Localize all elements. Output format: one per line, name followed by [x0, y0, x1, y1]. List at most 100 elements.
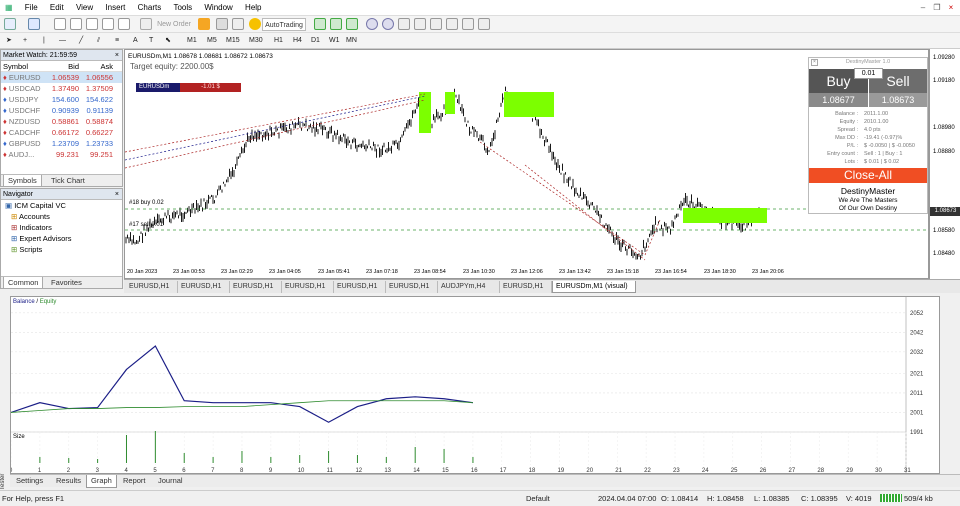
autoscroll-icon[interactable] — [430, 18, 442, 30]
minimize-icon[interactable]: – — [918, 3, 928, 13]
tab-favorites[interactable]: Favorites — [47, 277, 86, 289]
timeframe-w1[interactable]: W1 — [326, 35, 343, 47]
tab-symbols[interactable]: Symbols — [3, 175, 42, 187]
market-watch-row[interactable]: ♦ USDCHF 0.90939 0.91139 — [1, 105, 122, 116]
chart-shift-icon[interactable] — [414, 18, 426, 30]
close-icon[interactable]: × — [946, 3, 956, 13]
chart-tab[interactable]: EURUSD,H1 — [178, 281, 230, 293]
close-all-button[interactable]: Close-All — [809, 168, 927, 183]
options-icon[interactable] — [216, 18, 228, 30]
chart-tab[interactable]: EURUSD,H1 — [386, 281, 438, 293]
chart-tab[interactable]: EURUSD,H1 — [334, 281, 386, 293]
nav-item-account-root[interactable]: ▣ ICM Capital VC — [1, 200, 122, 211]
crosshair-icon[interactable]: + — [20, 35, 30, 47]
tab-results[interactable]: Results — [52, 475, 85, 488]
symbol-cell: ♦ GBPUSD — [3, 139, 41, 148]
menu-edit[interactable]: Edit — [45, 0, 69, 16]
market-watch-row[interactable]: ♦ NZDUSD 0.58861 0.58874 — [1, 116, 122, 127]
tab-tick-chart[interactable]: Tick Chart — [47, 175, 89, 187]
market-watch-row[interactable]: ♦ EURUSD 1.06539 1.06556 — [1, 72, 122, 83]
tab-graph[interactable]: Graph — [86, 475, 117, 488]
tab-report[interactable]: Report — [119, 475, 150, 488]
market-watch-row[interactable]: ♦ AUDJ... 99.231 99.251 — [1, 149, 122, 160]
arrow-icon[interactable]: ⬉ — [162, 35, 174, 47]
nav-item-label: Expert Advisors — [19, 234, 72, 243]
column-bid[interactable]: Bid — [45, 61, 79, 71]
timeframe-d1[interactable]: D1 — [308, 35, 323, 47]
fibonacci-icon[interactable]: ≡ — [112, 35, 122, 47]
timeframe-h1[interactable]: H1 — [271, 35, 286, 47]
chart-tab[interactable]: EURUSD,H1 — [500, 281, 552, 293]
nav-item-indicators[interactable]: ⊞ Indicators — [1, 222, 122, 233]
nav-item-accounts[interactable]: ⊞ Accounts — [1, 211, 122, 222]
ea-stat-row: Lots : $ 0.01 | $ 0.02 — [809, 158, 927, 166]
timeframe-m5[interactable]: M5 — [204, 35, 220, 47]
metaeditor-icon[interactable] — [198, 18, 210, 30]
tab-common[interactable]: Common — [3, 277, 44, 289]
new-order-button[interactable]: New Order — [154, 18, 194, 31]
data-window-icon[interactable] — [70, 18, 82, 30]
chart-tab[interactable]: EURUSDm,M1 (visual) — [552, 281, 636, 293]
zoom-in-icon[interactable] — [366, 18, 378, 30]
line-chart-icon[interactable] — [346, 18, 358, 30]
timeframe-mn[interactable]: MN — [343, 35, 360, 47]
new-order-icon[interactable] — [140, 18, 152, 30]
menu-view[interactable]: View — [71, 0, 98, 16]
accounts-icon: ⊞ — [11, 212, 18, 221]
market-watch-row[interactable]: ♦ CADCHF 0.66172 0.66227 — [1, 127, 122, 138]
menu-window[interactable]: Window — [199, 0, 237, 16]
navigator-icon[interactable] — [86, 18, 98, 30]
lot-size-input[interactable]: 0.01 — [854, 68, 883, 79]
ea-stat-label: Balance : — [835, 111, 858, 117]
tester-icon[interactable] — [118, 18, 130, 30]
tab-journal[interactable]: Journal — [154, 475, 187, 488]
chart-tab[interactable]: EURUSD,H1 — [126, 281, 178, 293]
vertical-line-icon[interactable]: | — [40, 35, 48, 47]
periods-icon[interactable] — [462, 18, 474, 30]
market-watch-icon[interactable] — [54, 18, 66, 30]
autotrading-icon[interactable] — [249, 18, 261, 30]
zoom-out-icon[interactable] — [382, 18, 394, 30]
indicators-icon[interactable] — [446, 18, 458, 30]
close-icon[interactable]: × — [115, 189, 119, 200]
templates-icon[interactable] — [478, 18, 490, 30]
column-symbol[interactable]: Symbol — [1, 61, 45, 71]
equidistant-channel-icon[interactable]: ⫽ — [94, 35, 103, 47]
label-icon[interactable]: T — [146, 35, 156, 47]
restore-icon[interactable]: ❐ — [932, 3, 942, 13]
timeframe-m15[interactable]: M15 — [223, 35, 243, 47]
timeframe-h4[interactable]: H4 — [290, 35, 305, 47]
candles-icon[interactable] — [330, 18, 342, 30]
column-ask[interactable]: Ask — [79, 61, 113, 71]
autotrading-button[interactable]: AutoTrading — [262, 18, 306, 31]
tab-settings[interactable]: Settings — [12, 475, 47, 488]
chart-tab[interactable]: EURUSD,H1 — [230, 281, 282, 293]
market-watch-row[interactable]: ♦ USDCAD 1.37490 1.37509 — [1, 83, 122, 94]
bar-chart-icon[interactable] — [314, 18, 326, 30]
menu-charts[interactable]: Charts — [133, 0, 167, 16]
nav-item-experts[interactable]: ⊞ Expert Advisors — [1, 233, 122, 244]
history-icon[interactable] — [232, 18, 244, 30]
menu-insert[interactable]: Insert — [100, 0, 130, 16]
menu-help[interactable]: Help — [240, 0, 266, 16]
timeframe-m30[interactable]: M30 — [246, 35, 266, 47]
tile-windows-icon[interactable] — [398, 18, 410, 30]
text-icon[interactable]: A — [130, 35, 141, 47]
menu-tools[interactable]: Tools — [168, 0, 197, 16]
chart-tab[interactable]: EURUSD,H1 — [282, 281, 334, 293]
cursor-icon[interactable]: ➤ — [3, 35, 15, 47]
close-icon[interactable]: × — [115, 50, 119, 61]
timeframe-m1[interactable]: M1 — [184, 35, 200, 47]
horizontal-line-icon[interactable]: — — [56, 35, 69, 47]
nav-item-scripts[interactable]: ⊞ Scripts — [1, 244, 122, 255]
time-tick: 23 Jan 10:30 — [463, 269, 495, 275]
market-watch-row[interactable]: ♦ USDJPY 154.600 154.622 — [1, 94, 122, 105]
menu-file[interactable]: File — [20, 0, 43, 16]
trendline-icon[interactable]: ╱ — [76, 35, 86, 47]
minimize-icon[interactable]: × — [811, 59, 818, 66]
market-watch-row[interactable]: ♦ GBPUSD 1.23709 1.23733 — [1, 138, 122, 149]
terminal-icon[interactable] — [102, 18, 114, 30]
profiles-icon[interactable] — [28, 18, 40, 30]
chart-tab[interactable]: AUDJPYm,H4 — [438, 281, 500, 293]
new-chart-icon[interactable] — [4, 18, 16, 30]
